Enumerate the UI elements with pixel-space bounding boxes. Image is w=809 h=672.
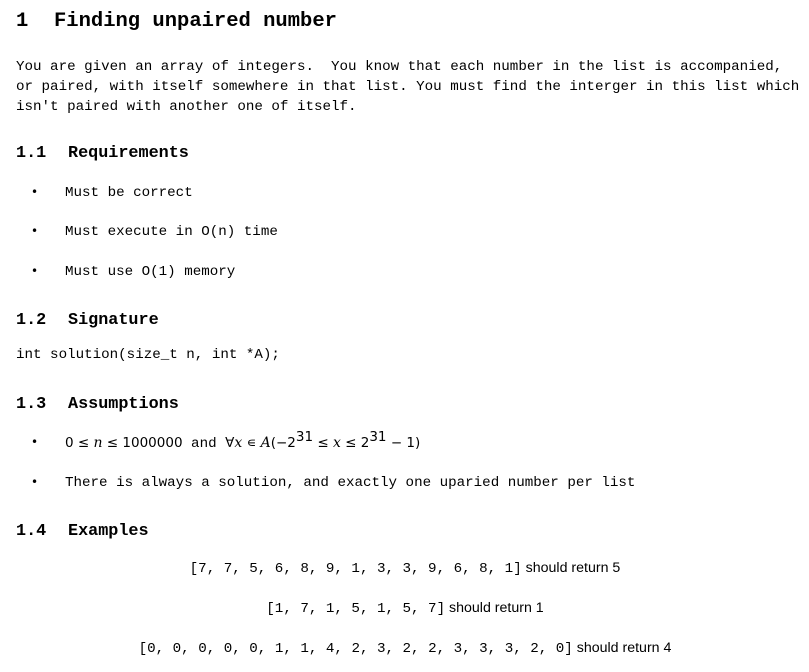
example-line: [0, 0, 0, 0, 0, 1, 1, 4, 2, 3, 2, 2, 3, … bbox=[16, 640, 794, 657]
intro-line: isn't paired with another one of itself. bbox=[16, 99, 357, 115]
section-title: Finding unpaired number bbox=[54, 10, 337, 33]
subsection-title: Assumptions bbox=[68, 395, 179, 414]
list-item-text: There is always a solution, and exactly … bbox=[65, 475, 636, 491]
bullet-icon: • bbox=[31, 264, 39, 278]
signature-code: int solution(size_t n, int *A); bbox=[16, 347, 280, 363]
subsection-number: 1.3 bbox=[16, 395, 47, 414]
example-array: [1, 7, 1, 5, 1, 5, 7] bbox=[266, 601, 446, 617]
example-array: [0, 0, 0, 0, 0, 1, 1, 4, 2, 3, 2, 2, 3, … bbox=[138, 641, 573, 657]
bullet-icon: • bbox=[31, 475, 39, 489]
bullet-icon: • bbox=[31, 435, 39, 449]
bullet-icon: • bbox=[31, 185, 39, 199]
list-item-text: Must execute in O(n) time bbox=[65, 224, 278, 240]
list-item-text: Must be correct bbox=[65, 185, 193, 201]
intro-line: You are given an array of integers. You … bbox=[16, 59, 783, 75]
list-item-text: Must use O(1) memory bbox=[65, 264, 236, 280]
subsection-number: 1.4 bbox=[16, 522, 47, 541]
signature-heading: 1.2 Signature bbox=[16, 311, 159, 330]
assumption-formula: 0 ≤ n ≤ 1000000 and ∀x ∊ A(−231 ≤ x ≤ 23… bbox=[65, 429, 421, 452]
assumptions-heading: 1.3 Assumptions bbox=[16, 395, 179, 414]
example-result: should return 1 bbox=[445, 600, 544, 616]
section-heading: 1 Finding unpaired number bbox=[16, 10, 337, 33]
subsection-title: Examples bbox=[68, 522, 149, 541]
example-array: [7, 7, 5, 6, 8, 9, 1, 3, 3, 9, 6, 8, 1] bbox=[189, 561, 522, 577]
example-result: should return 5 bbox=[521, 560, 621, 576]
subsection-number: 1.1 bbox=[16, 144, 47, 163]
examples-heading: 1.4 Examples bbox=[16, 522, 149, 541]
example-result: should return 4 bbox=[572, 640, 672, 656]
intro-line: or paired, with itself somewhere in that… bbox=[16, 79, 800, 95]
bullet-icon: • bbox=[31, 224, 39, 238]
intro-paragraph: You are given an array of integers. You … bbox=[16, 57, 799, 117]
section-number: 1 bbox=[16, 10, 29, 33]
example-line: [7, 7, 5, 6, 8, 9, 1, 3, 3, 9, 6, 8, 1] … bbox=[16, 560, 794, 577]
subsection-number: 1.2 bbox=[16, 311, 47, 330]
subsection-title: Requirements bbox=[68, 144, 189, 163]
example-line: [1, 7, 1, 5, 1, 5, 7] should return 1 bbox=[16, 600, 794, 617]
subsection-title: Signature bbox=[68, 311, 159, 330]
requirements-heading: 1.1 Requirements bbox=[16, 144, 189, 163]
